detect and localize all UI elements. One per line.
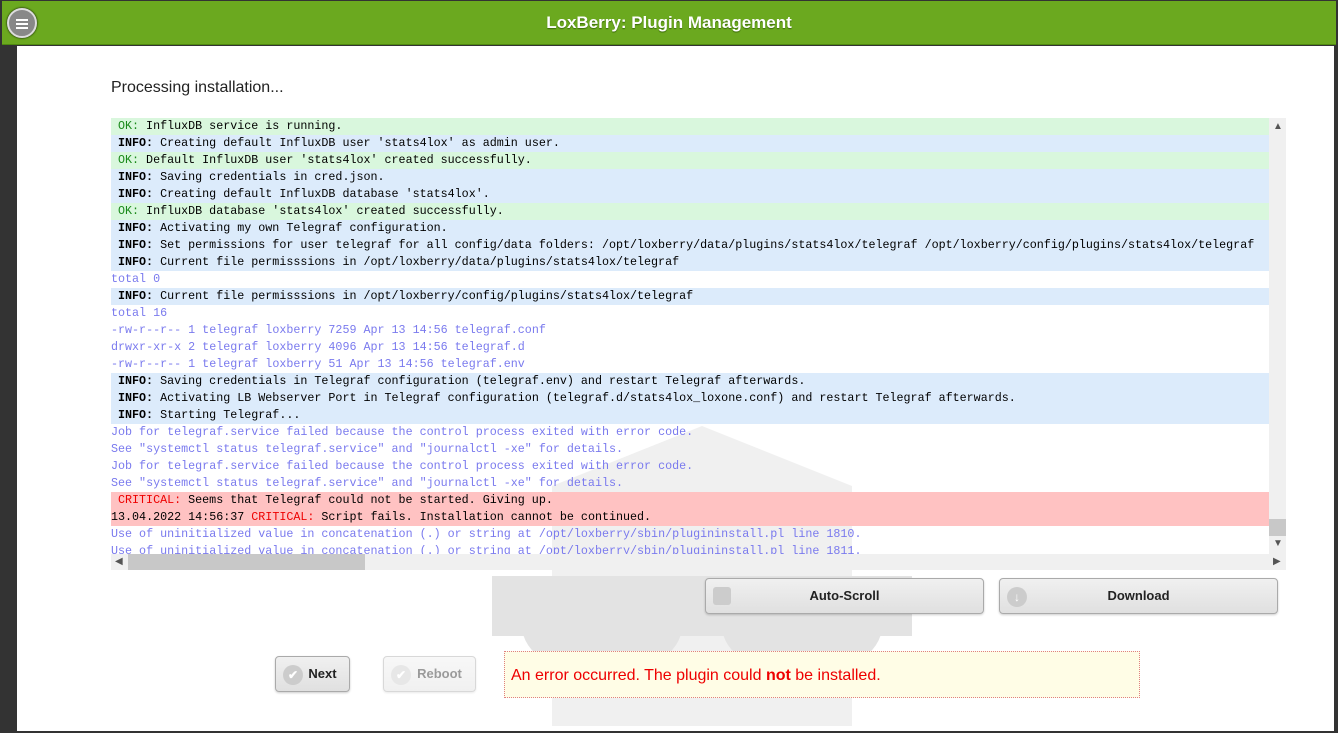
log-line: total 16	[111, 305, 1286, 322]
error-text: be installed.	[790, 667, 881, 684]
log-level: INFO:	[118, 187, 154, 201]
log-level: INFO:	[118, 136, 154, 150]
menu-button[interactable]	[7, 8, 37, 38]
log-line: INFO: Saving credentials in cred.json.	[111, 169, 1286, 186]
log-level: INFO:	[118, 408, 154, 422]
log-text: -rw-r--r-- 1 telegraf loxberry 7259 Apr …	[111, 323, 546, 337]
check-icon: ✔	[391, 665, 411, 685]
auto-scroll-label: Auto-Scroll	[809, 588, 880, 603]
log-text: Activating LB Webserver Port in Telegraf…	[153, 391, 1016, 405]
log-text: Activating my own Telegraf configuration…	[153, 221, 448, 235]
next-button[interactable]: ✔ Next	[275, 656, 350, 692]
log-text: Current file permisssions in /opt/loxber…	[153, 289, 694, 303]
log-level: OK:	[118, 119, 140, 133]
log-text: Saving credentials in Telegraf configura…	[153, 374, 806, 388]
log-text: Job for telegraf.service failed because …	[111, 459, 694, 473]
log-line: See "systemctl status telegraf.service" …	[111, 475, 1286, 492]
log-horizontal-scrollbar[interactable]: ◀ ▶	[111, 554, 1286, 570]
install-log[interactable]: OK: InfluxDB service is running. INFO: Cr…	[111, 118, 1286, 554]
log-level: CRITICAL:	[251, 510, 315, 524]
log-text: InfluxDB service is running.	[139, 119, 343, 133]
log-line: See "systemctl status telegraf.service" …	[111, 441, 1286, 458]
log-timestamp: 13.04.2022 14:56:37	[111, 510, 252, 524]
log-level: OK:	[118, 204, 140, 218]
log-level: CRITICAL:	[118, 493, 182, 507]
log-text: total 0	[111, 272, 161, 286]
log-level: INFO:	[118, 289, 154, 303]
log-level: OK:	[118, 153, 140, 167]
scroll-up-icon[interactable]: ▲	[1273, 121, 1283, 132]
log-text: drwxr-xr-x 2 telegraf loxberry 4096 Apr …	[111, 340, 525, 354]
log-level: INFO:	[118, 391, 154, 405]
log-line: INFO: Saving credentials in Telegraf con…	[111, 373, 1286, 390]
processing-heading: Processing installation...	[111, 79, 284, 96]
log-vertical-scrollbar[interactable]: ▲ ▼	[1269, 118, 1286, 554]
log-level: INFO:	[118, 374, 154, 388]
log-level: INFO:	[118, 255, 154, 269]
log-text: Use of uninitialized value in concatenat…	[111, 544, 862, 554]
check-icon: ✔	[283, 665, 303, 685]
log-text: Creating default InfluxDB database 'stat…	[153, 187, 490, 201]
log-text: InfluxDB database 'stats4lox' created su…	[139, 204, 504, 218]
log-line: OK: Default InfluxDB user 'stats4lox' cr…	[111, 152, 1286, 169]
scroll-left-icon[interactable]: ◀	[115, 556, 123, 567]
log-text: -rw-r--r-- 1 telegraf loxberry 51 Apr 13…	[111, 357, 525, 371]
main-content: Processing installation... OK: InfluxDB …	[17, 46, 1334, 731]
log-line: OK: InfluxDB database 'stats4lox' create…	[111, 203, 1286, 220]
auto-scroll-button[interactable]: Auto-Scroll	[705, 578, 984, 614]
log-line: Use of uninitialized value in concatenat…	[111, 526, 1286, 543]
error-message: An error occurred. The plugin could not …	[504, 651, 1140, 698]
log-line: 13.04.2022 14:56:37 CRITICAL: Script fai…	[111, 509, 1286, 526]
scroll-right-icon[interactable]: ▶	[1273, 556, 1281, 567]
log-level: INFO:	[118, 170, 154, 184]
log-text: See "systemctl status telegraf.service" …	[111, 442, 623, 456]
log-text: Creating default InfluxDB user 'stats4lo…	[153, 136, 560, 150]
log-line: Job for telegraf.service failed because …	[111, 424, 1286, 441]
log-level: INFO:	[118, 238, 154, 252]
log-line: INFO: Activating my own Telegraf configu…	[111, 220, 1286, 237]
download-label: Download	[1107, 588, 1170, 603]
log-text: total 16	[111, 306, 168, 320]
log-line: INFO: Set permissions for user telegraf …	[111, 237, 1286, 254]
log-line: total 0	[111, 271, 1286, 288]
log-line: INFO: Current file permisssions in /opt/…	[111, 254, 1286, 271]
scroll-down-icon[interactable]: ▼	[1273, 538, 1283, 549]
page-title: LoxBerry: Plugin Management	[546, 13, 792, 32]
checkbox-icon	[713, 587, 731, 605]
log-line: drwxr-xr-x 2 telegraf loxberry 4096 Apr …	[111, 339, 1286, 356]
log-line: CRITICAL: Seems that Telegraf could not …	[111, 492, 1286, 509]
log-text: Starting Telegraf...	[153, 408, 301, 422]
log-text: Use of uninitialized value in concatenat…	[111, 527, 862, 541]
log-text: Seems that Telegraf could not be started…	[181, 493, 553, 507]
log-text: Default InfluxDB user 'stats4lox' create…	[139, 153, 532, 167]
log-line: Use of uninitialized value in concatenat…	[111, 543, 1286, 554]
scroll-thumb[interactable]	[1269, 519, 1286, 536]
download-icon: ↓	[1007, 587, 1027, 607]
scroll-thumb[interactable]	[128, 554, 365, 570]
download-button[interactable]: ↓ Download	[999, 578, 1278, 614]
log-text: Job for telegraf.service failed because …	[111, 425, 694, 439]
log-text: Saving credentials in cred.json.	[153, 170, 385, 184]
log-line: INFO: Creating default InfluxDB database…	[111, 186, 1286, 203]
reboot-label: Reboot	[417, 666, 462, 681]
log-line: -rw-r--r-- 1 telegraf loxberry 7259 Apr …	[111, 322, 1286, 339]
log-line: INFO: Current file permisssions in /opt/…	[111, 288, 1286, 305]
reboot-button[interactable]: ✔ Reboot	[383, 656, 476, 692]
error-text: An error occurred. The plugin could	[511, 667, 766, 684]
log-line: INFO: Creating default InfluxDB user 'st…	[111, 135, 1286, 152]
log-line: INFO: Activating LB Webserver Port in Te…	[111, 390, 1286, 407]
log-text: Script fails. Installation cannot be con…	[314, 510, 652, 524]
next-label: Next	[308, 666, 337, 681]
log-level: INFO:	[118, 221, 154, 235]
log-text: Current file permisssions in /opt/loxber…	[153, 255, 680, 269]
log-line: INFO: Starting Telegraf...	[111, 407, 1286, 424]
app-header: LoxBerry: Plugin Management	[2, 1, 1336, 45]
log-line: Job for telegraf.service failed because …	[111, 458, 1286, 475]
log-line: -rw-r--r-- 1 telegraf loxberry 51 Apr 13…	[111, 356, 1286, 373]
log-text: See "systemctl status telegraf.service" …	[111, 476, 623, 490]
error-emphasis: not	[765, 667, 791, 684]
log-text: Set permissions for user telegraf for al…	[153, 238, 1255, 252]
log-line: OK: InfluxDB service is running.	[111, 118, 1286, 135]
